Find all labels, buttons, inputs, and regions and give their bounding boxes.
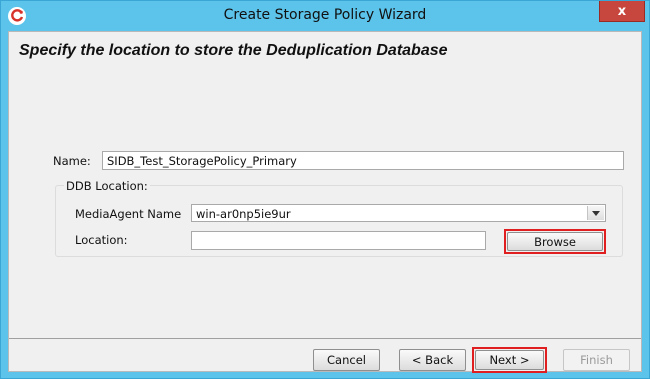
finish-button[interactable]: Finish	[563, 349, 630, 371]
window-title: Create Storage Policy Wizard	[223, 7, 427, 23]
name-label: Name:	[53, 154, 91, 168]
location-label: Location:	[75, 233, 128, 247]
footer-separator	[9, 338, 641, 339]
header-band: Specify the location to store the Dedupl…	[9, 32, 641, 62]
ddb-location-label: DDB Location:	[64, 179, 150, 193]
media-agent-select[interactable]: win-ar0np5ie9ur	[191, 204, 606, 222]
location-field[interactable]	[191, 231, 486, 250]
wizard-window: Create Storage Policy Wizard x Specify t…	[0, 0, 650, 379]
close-icon[interactable]: x	[599, 1, 645, 22]
media-agent-value: win-ar0np5ie9ur	[196, 207, 291, 221]
wizard-content: Specify the location to store the Dedupl…	[8, 31, 642, 373]
title-bar[interactable]: Create Storage Policy Wizard x	[1, 1, 649, 31]
back-button[interactable]: < Back	[399, 349, 466, 371]
browse-button[interactable]: Browse	[507, 232, 603, 251]
name-field[interactable]: SIDB_Test_StoragePolicy_Primary	[102, 151, 624, 170]
chevron-down-icon[interactable]	[587, 206, 604, 220]
media-agent-label: MediaAgent Name	[75, 207, 182, 221]
cancel-button[interactable]: Cancel	[313, 349, 380, 371]
page-heading: Specify the location to store the Dedupl…	[19, 42, 448, 59]
next-button[interactable]: Next >	[475, 350, 544, 370]
